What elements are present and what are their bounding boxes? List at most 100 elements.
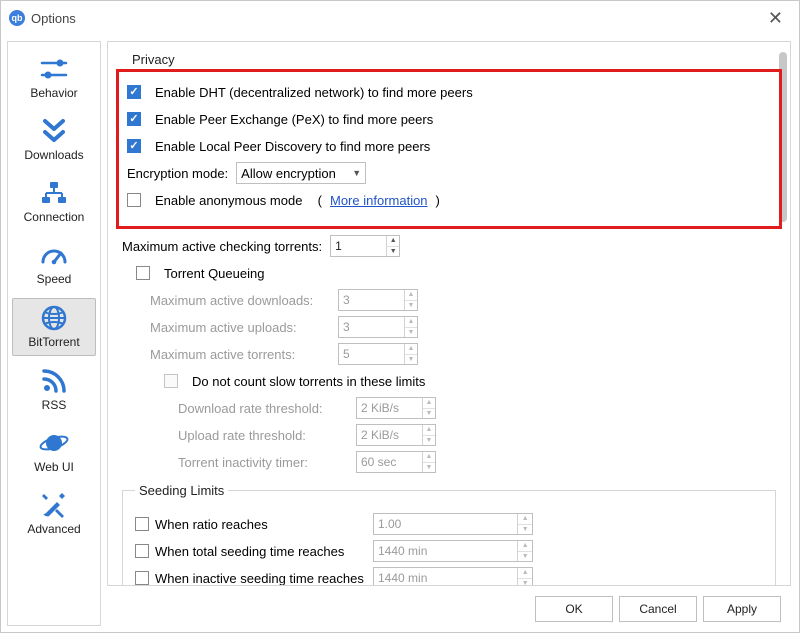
max-active-downloads-input[interactable] [339, 290, 404, 310]
privacy-legend: Privacy [128, 52, 179, 67]
body: Behavior Downloads Connection [1, 35, 799, 632]
download-threshold-label: Download rate threshold: [178, 401, 348, 416]
spin-up-icon[interactable]: ▲ [423, 452, 435, 463]
download-threshold-spinner[interactable]: ▲▼ [356, 397, 436, 419]
dont-count-slow-label: Do not count slow torrents in these limi… [192, 374, 425, 389]
spin-up-icon[interactable]: ▲ [518, 514, 532, 525]
inactivity-timer-input[interactable] [357, 452, 422, 472]
sidebar-inner: Behavior Downloads Connection [7, 41, 101, 626]
spin-down-icon[interactable]: ▼ [405, 355, 417, 365]
spin-down-icon[interactable]: ▼ [518, 552, 532, 562]
dont-count-slow-checkbox[interactable] [164, 374, 178, 388]
spin-down-icon[interactable]: ▼ [387, 247, 399, 257]
app-icon: qb [9, 10, 25, 26]
spin-up-icon[interactable]: ▲ [405, 290, 417, 301]
spin-down-icon[interactable]: ▼ [423, 409, 435, 419]
max-active-torrents-input[interactable] [339, 344, 404, 364]
options-window: qb Options ✕ Behavior Downloads [0, 0, 800, 633]
sidebar-item-label: Downloads [24, 148, 83, 162]
ratio-input[interactable] [374, 514, 517, 534]
spin-down-icon[interactable]: ▼ [518, 525, 532, 535]
enable-lpd-checkbox[interactable] [127, 139, 141, 153]
inactive-seeding-time-checkbox[interactable] [135, 571, 149, 585]
max-checking-spinner[interactable]: ▲▼ [330, 235, 400, 257]
sliders-icon [36, 54, 72, 84]
enable-pex-label: Enable Peer Exchange (PeX) to find more … [155, 112, 433, 127]
window-title: Options [31, 11, 76, 26]
spin-down-icon[interactable]: ▼ [405, 328, 417, 338]
max-active-torrents-label: Maximum active torrents: [150, 347, 330, 362]
enable-dht-checkbox[interactable] [127, 85, 141, 99]
enable-anonymous-label: Enable anonymous mode [155, 193, 302, 208]
gauge-icon [36, 240, 72, 270]
enable-anonymous-checkbox[interactable] [127, 193, 141, 207]
inactive-seeding-time-label: When inactive seeding time reaches [155, 571, 364, 586]
upload-threshold-input[interactable] [357, 425, 422, 445]
spin-up-icon[interactable]: ▲ [405, 317, 417, 328]
ratio-label: When ratio reaches [155, 517, 268, 532]
sidebar: Behavior Downloads Connection [1, 35, 107, 632]
spin-down-icon[interactable]: ▼ [423, 463, 435, 473]
sidebar-item-label: Speed [37, 272, 72, 286]
sidebar-item-label: Web UI [34, 460, 74, 474]
cancel-button[interactable]: Cancel [619, 596, 697, 622]
sidebar-item-label: RSS [42, 398, 67, 412]
apply-button[interactable]: Apply [703, 596, 781, 622]
total-seeding-time-input[interactable] [374, 541, 517, 561]
max-active-downloads-spinner[interactable]: ▲▼ [338, 289, 418, 311]
sidebar-item-connection[interactable]: Connection [12, 174, 96, 230]
tools-icon [36, 490, 72, 520]
total-seeding-time-spinner[interactable]: ▲▼ [373, 540, 533, 562]
spin-down-icon[interactable]: ▼ [423, 436, 435, 446]
sidebar-item-webui[interactable]: Web UI [12, 424, 96, 480]
sidebar-item-label: BitTorrent [28, 335, 79, 349]
download-threshold-input[interactable] [357, 398, 422, 418]
enable-pex-checkbox[interactable] [127, 112, 141, 126]
ratio-checkbox[interactable] [135, 517, 149, 531]
max-active-uploads-spinner[interactable]: ▲▼ [338, 316, 418, 338]
upload-threshold-spinner[interactable]: ▲▼ [356, 424, 436, 446]
ratio-spinner[interactable]: ▲▼ [373, 513, 533, 535]
total-seeding-time-label: When total seeding time reaches [155, 544, 344, 559]
close-icon[interactable]: ✕ [760, 5, 791, 31]
ok-button[interactable]: OK [535, 596, 613, 622]
spin-down-icon[interactable]: ▼ [518, 579, 532, 587]
sidebar-item-downloads[interactable]: Downloads [12, 112, 96, 168]
footer: OK Cancel Apply [107, 586, 791, 632]
torrent-queueing-checkbox[interactable] [136, 266, 150, 280]
spin-up-icon[interactable]: ▲ [405, 344, 417, 355]
inactivity-timer-spinner[interactable]: ▲▼ [356, 451, 436, 473]
seeding-limits-legend: Seeding Limits [135, 483, 228, 498]
total-seeding-time-checkbox[interactable] [135, 544, 149, 558]
max-checking-label: Maximum active checking torrents: [122, 239, 322, 254]
anonymous-more-info-link[interactable]: More information [330, 193, 428, 208]
sidebar-item-behavior[interactable]: Behavior [12, 50, 96, 106]
sidebar-item-label: Behavior [30, 86, 77, 100]
titlebar: qb Options ✕ [1, 1, 799, 35]
sidebar-item-rss[interactable]: RSS [12, 362, 96, 418]
spin-up-icon[interactable]: ▲ [423, 425, 435, 436]
globe-icon [36, 303, 72, 333]
spin-up-icon[interactable]: ▲ [387, 236, 399, 247]
network-icon [36, 178, 72, 208]
spin-up-icon[interactable]: ▲ [518, 568, 532, 579]
max-active-torrents-spinner[interactable]: ▲▼ [338, 343, 418, 365]
encryption-mode-value: Allow encryption [241, 166, 336, 181]
privacy-highlight-box: Enable DHT (decentralized network) to fi… [116, 69, 782, 229]
content-panel: Privacy Enable DHT (decentralized networ… [107, 41, 791, 586]
spin-down-icon[interactable]: ▼ [405, 301, 417, 311]
enable-dht-label: Enable DHT (decentralized network) to fi… [155, 85, 473, 100]
spin-up-icon[interactable]: ▲ [423, 398, 435, 409]
inactive-seeding-time-input[interactable] [374, 568, 517, 586]
sidebar-item-bittorrent[interactable]: BitTorrent [12, 298, 96, 356]
encryption-mode-select[interactable]: Allow encryption ▼ [236, 162, 366, 184]
sidebar-item-speed[interactable]: Speed [12, 236, 96, 292]
spin-up-icon[interactable]: ▲ [518, 541, 532, 552]
inactive-seeding-time-spinner[interactable]: ▲▼ [373, 567, 533, 586]
max-active-uploads-label: Maximum active uploads: [150, 320, 330, 335]
sidebar-item-advanced[interactable]: Advanced [12, 486, 96, 542]
torrent-queueing-label: Torrent Queueing [164, 266, 264, 281]
sidebar-item-label: Connection [24, 210, 85, 224]
max-checking-input[interactable] [331, 236, 386, 256]
max-active-uploads-input[interactable] [339, 317, 404, 337]
